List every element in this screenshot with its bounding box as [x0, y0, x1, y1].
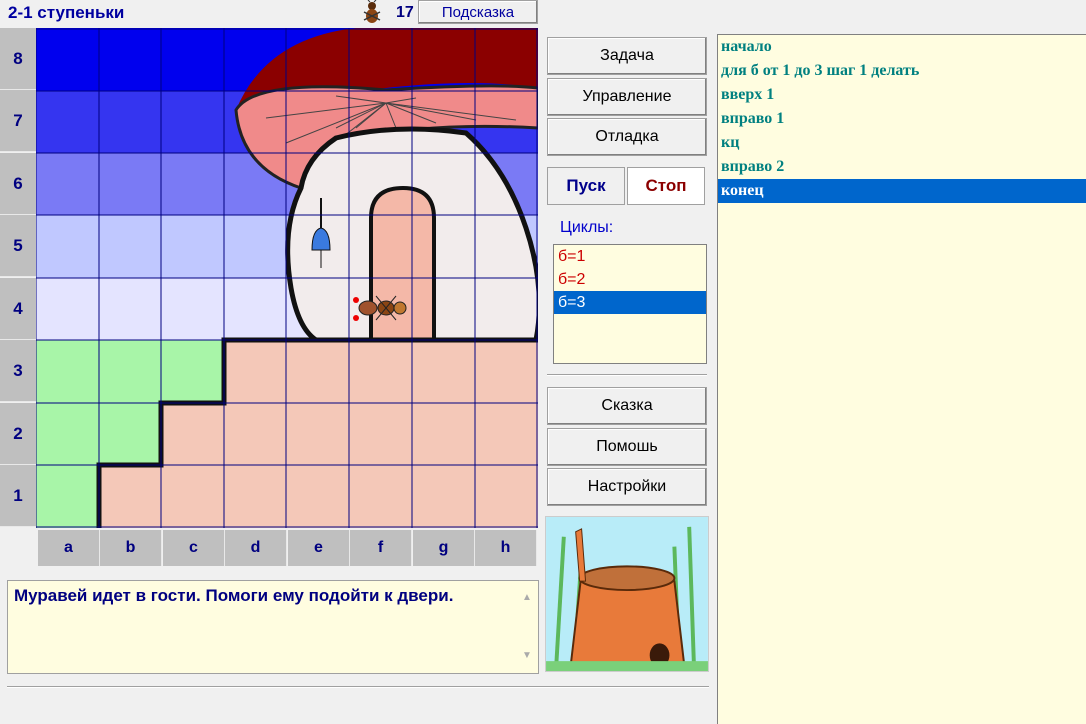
row-label: 1 — [0, 465, 36, 527]
run-button[interactable]: Пуск — [547, 167, 625, 205]
row-label: 7 — [0, 90, 36, 152]
debug-button[interactable]: Отладка — [547, 118, 707, 156]
stop-button[interactable]: Стоп — [627, 167, 705, 205]
col-label: e — [288, 530, 350, 566]
game-board: 8 7 6 5 4 3 2 1 a b c d e f g h — [0, 28, 540, 574]
level-title: 2-1 ступеньки — [8, 3, 125, 22]
code-line[interactable]: вверх 1 — [718, 83, 1086, 107]
code-line[interactable]: кц — [718, 131, 1086, 155]
tale-button[interactable]: Сказка — [547, 387, 707, 425]
task-message[interactable]: Муравей идет в гости. Помоги ему подойти… — [7, 580, 539, 674]
cycles-list[interactable]: б=1 б=2 б=3 — [553, 244, 707, 364]
grid-field — [36, 28, 538, 528]
row-label: 6 — [0, 153, 36, 215]
ant-count: 17 — [396, 4, 414, 21]
task-message-text: Муравей идет в гости. Помоги ему подойти… — [14, 586, 454, 605]
row-label: 5 — [0, 215, 36, 277]
divider — [7, 686, 709, 688]
cycle-item[interactable]: б=2 — [554, 268, 706, 291]
stump-picture — [545, 516, 709, 672]
settings-button[interactable]: Настройки — [547, 468, 707, 506]
program-editor[interactable]: начало для б от 1 до 3 шаг 1 делать ввер… — [717, 34, 1086, 724]
col-label: c — [163, 530, 225, 566]
cycles-label: Циклы: — [560, 219, 614, 236]
message-scrollbar[interactable]: ▲ ▼ — [522, 587, 534, 667]
col-label: a — [38, 530, 100, 566]
col-label: d — [225, 530, 287, 566]
row-label: 8 — [0, 28, 36, 90]
task-button[interactable]: Задача — [547, 37, 707, 75]
row-label: 2 — [0, 403, 36, 465]
help-button[interactable]: Помошь — [547, 428, 707, 466]
code-line[interactable]: начало — [718, 35, 1086, 59]
row-label: 4 — [0, 278, 36, 340]
chevron-down-icon[interactable]: ▼ — [522, 645, 532, 667]
code-line[interactable]: вправо 2 — [718, 155, 1086, 179]
hint-button[interactable]: Подсказка — [418, 0, 538, 24]
col-label: f — [350, 530, 412, 566]
cycle-item[interactable]: б=1 — [554, 245, 706, 268]
code-line[interactable]: вправо 1 — [718, 107, 1086, 131]
chevron-up-icon[interactable]: ▲ — [522, 587, 532, 609]
ant-icon — [363, 0, 381, 23]
col-label: g — [413, 530, 475, 566]
control-button[interactable]: Управление — [547, 78, 707, 116]
row-label: 3 — [0, 340, 36, 402]
divider — [547, 374, 707, 376]
col-label: h — [475, 530, 537, 566]
code-line[interactable]: для б от 1 до 3 шаг 1 делать — [718, 59, 1086, 83]
code-line[interactable]: конец — [718, 179, 1086, 203]
col-label: b — [100, 530, 162, 566]
cycle-item[interactable]: б=3 — [554, 291, 706, 314]
